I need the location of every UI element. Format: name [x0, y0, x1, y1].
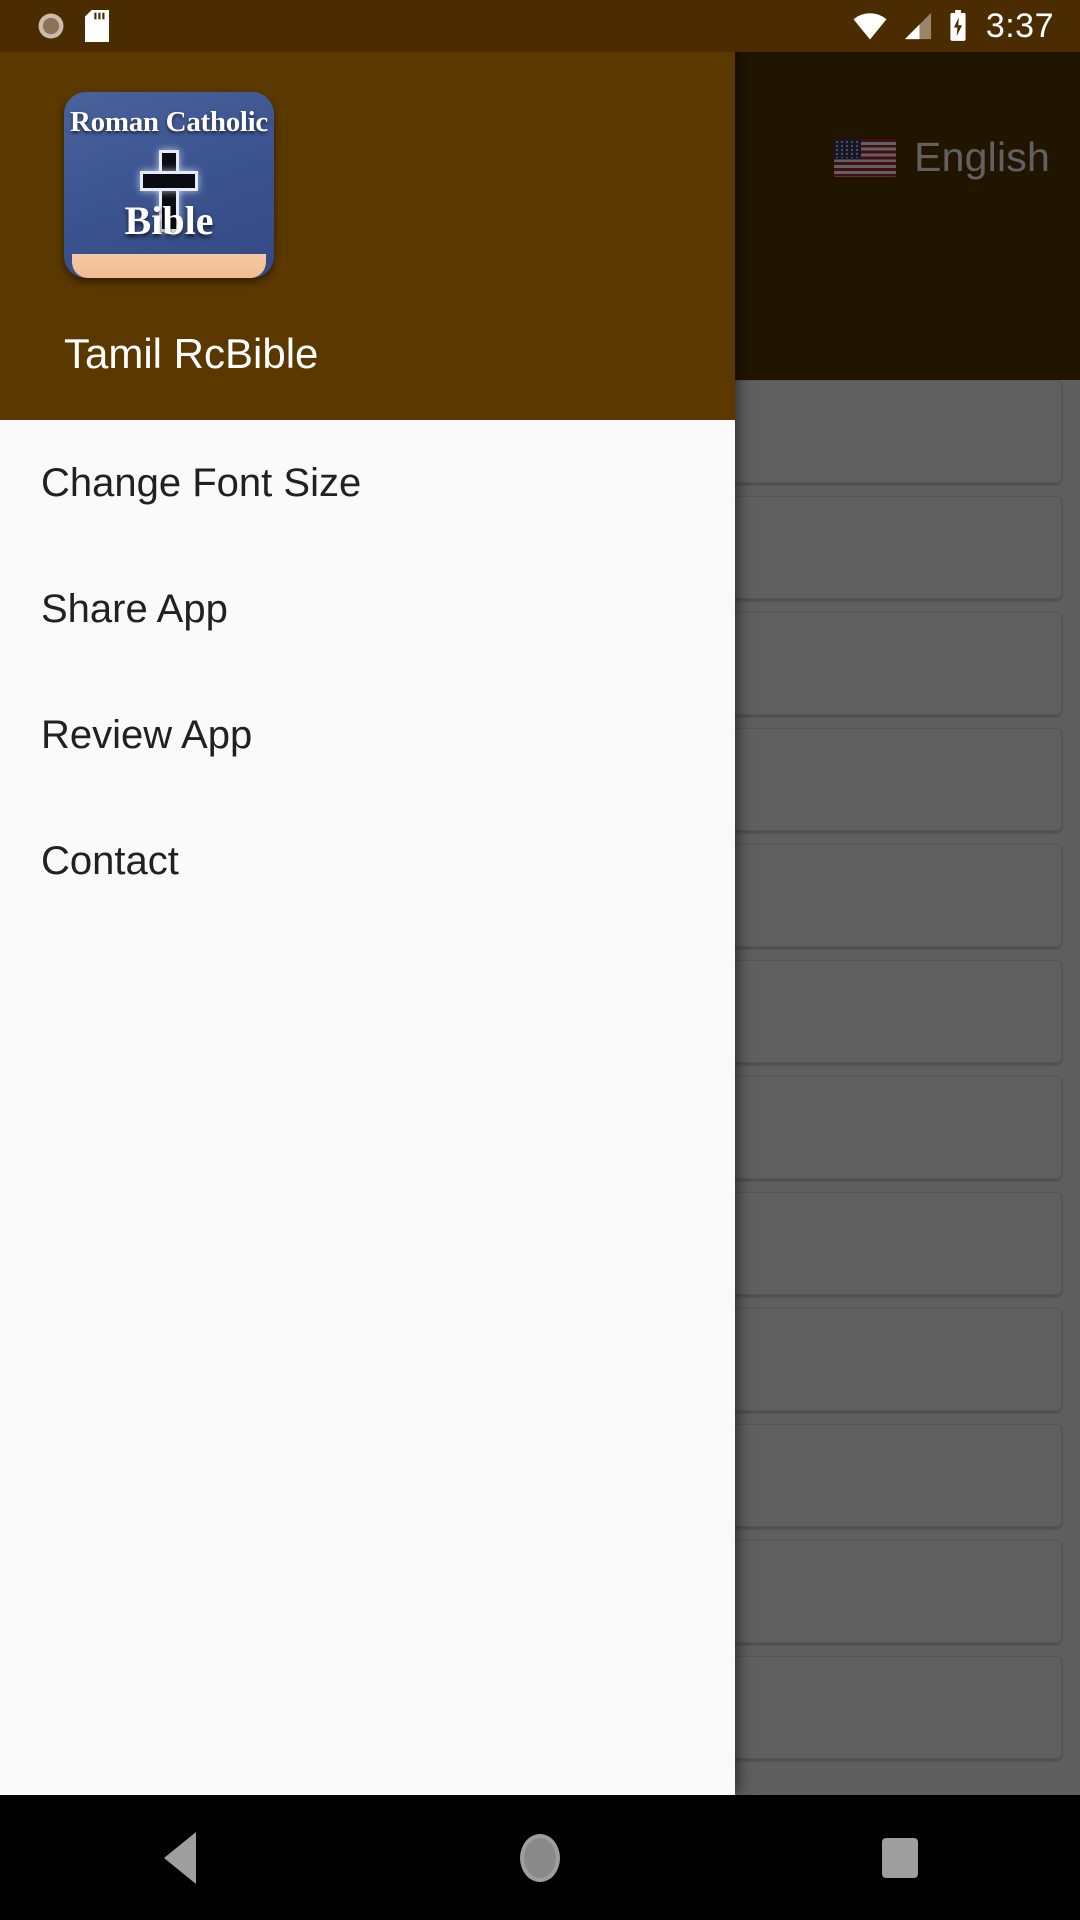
- status-bar-right-icons: 3:37: [852, 7, 1080, 46]
- roman-catholic-bible-icon: Roman Catholic Bible: [64, 92, 274, 278]
- screen-rotate-icon: [38, 13, 64, 39]
- drawer-item-label: Share App: [41, 586, 228, 631]
- drawer-menu: Change Font Size Share App Review App Conta…: [0, 420, 735, 924]
- cell-signal-icon: [904, 12, 931, 40]
- nav-recents-button[interactable]: [720, 1837, 1080, 1878]
- sd-card-icon: [85, 10, 109, 42]
- app-icon-top-text: Roman Catholic: [70, 106, 268, 138]
- nav-home-button[interactable]: [360, 1833, 720, 1882]
- wifi-icon: [853, 13, 887, 40]
- navigation-drawer: Roman Catholic Bible Tamil RcBible Chang…: [0, 0, 735, 1795]
- book-pages-decoration: [72, 254, 266, 278]
- drawer-item-label: Change Font Size: [41, 460, 362, 505]
- drawer-item-share-app[interactable]: Share App: [0, 546, 735, 672]
- status-bar: 3:37: [0, 0, 1080, 52]
- drawer-item-label: Contact: [41, 838, 179, 883]
- android-nav-bar: [0, 1795, 1080, 1920]
- phone-screen: English புதிய ஏற்பாடு Roman Catholic Bib…: [0, 0, 1080, 1920]
- drawer-app-name: Tamil RcBible: [64, 330, 319, 377]
- recents-icon: [882, 1837, 918, 1878]
- back-icon: [164, 1831, 196, 1884]
- app-icon-bottom-text: Bible: [124, 198, 214, 243]
- drawer-item-review-app[interactable]: Review App: [0, 672, 735, 798]
- drawer-item-contact[interactable]: Contact: [0, 798, 735, 924]
- nav-back-button[interactable]: [0, 1831, 360, 1884]
- status-bar-left-icons: [0, 10, 110, 42]
- battery-charging-icon: [950, 10, 966, 41]
- drawer-header: Roman Catholic Bible Tamil RcBible: [0, 0, 735, 420]
- drawer-item-label: Review App: [41, 712, 253, 757]
- drawer-item-change-font-size[interactable]: Change Font Size: [0, 420, 735, 546]
- status-bar-clock: 3:37: [985, 6, 1054, 45]
- home-icon: [520, 1833, 560, 1882]
